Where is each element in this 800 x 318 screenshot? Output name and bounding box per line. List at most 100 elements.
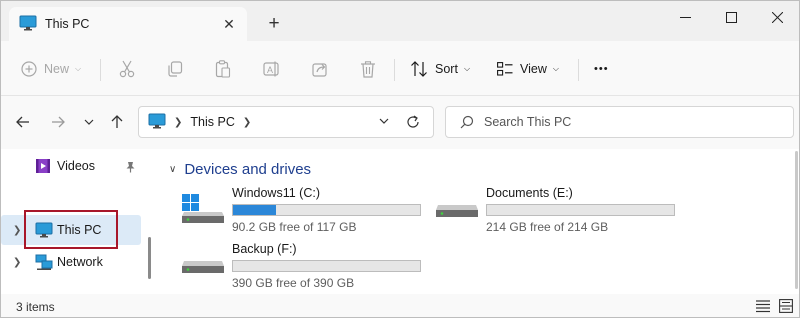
drive-usage-bar (232, 260, 421, 272)
share-icon (312, 63, 327, 77)
content-pane: ∨ Devices and drives Windows11 (C:) 90.2… (158, 149, 799, 294)
divider (578, 59, 579, 81)
drive-c[interactable]: Windows11 (C:) 90.2 GB free of 117 GB (182, 186, 422, 234)
content-scrollbar[interactable] (795, 151, 798, 289)
new-label: New (44, 62, 70, 76)
see-more-button[interactable]: ••• (594, 55, 609, 83)
group-header-devices-and-drives[interactable]: ∨ Devices and drives (169, 161, 311, 178)
refresh-icon (407, 115, 419, 128)
drive-name: Documents (E:) (486, 186, 573, 200)
delete-button[interactable] (360, 55, 376, 83)
copy-button[interactable] (167, 55, 183, 83)
breadcrumb-separator-icon[interactable]: ❯ (174, 117, 182, 128)
view-label: View (520, 62, 547, 76)
chevron-down-icon: ⌵ (75, 64, 82, 73)
forward-button[interactable] (48, 112, 68, 132)
cut-icon (119, 60, 135, 78)
maximize-button[interactable] (708, 1, 754, 33)
search-icon (460, 115, 474, 129)
this-pc-highlight-box (24, 210, 118, 249)
chevron-down-icon: ⌵ (552, 64, 559, 73)
drive-usage-bar (232, 204, 421, 216)
up-button[interactable] (107, 112, 127, 132)
file-explorer-window: This PC ✕ + New ⌵ A Sort ⌵ View ⌵ ••• ❯ … (0, 0, 800, 318)
details-view-icon (756, 300, 770, 313)
tab-close-icon[interactable]: ✕ (221, 16, 237, 32)
sidebar-item-label: Network (57, 255, 103, 269)
item-count: 3 items (16, 300, 55, 314)
monitor-icon (19, 15, 37, 34)
refresh-button[interactable] (405, 114, 421, 130)
minimize-icon (679, 16, 691, 18)
drive-free-space: 90.2 GB free of 117 GB (232, 220, 357, 234)
paste-icon (215, 60, 231, 78)
drive-usage-fill (233, 205, 276, 215)
sidebar-item-label: Videos (57, 159, 95, 173)
drive-usage-bar (486, 204, 675, 216)
status-bar: 3 items (1, 294, 799, 317)
new-tab-button[interactable]: + (263, 13, 285, 35)
chevron-right-icon[interactable]: ❯ (13, 257, 21, 268)
arrow-up-icon (111, 115, 123, 128)
network-icon (35, 254, 53, 274)
delete-icon (361, 60, 375, 78)
drive-icon (182, 194, 226, 227)
search-input[interactable] (484, 115, 764, 129)
chevron-down-icon: ⌵ (463, 64, 471, 73)
search-box[interactable] (445, 106, 794, 138)
command-bar: New ⌵ A Sort ⌵ View ⌵ ••• (1, 41, 799, 96)
drive-free-space: 390 GB free of 390 GB (232, 276, 355, 290)
chevron-down-icon (84, 119, 94, 125)
drive-free-space: 214 GB free of 214 GB (486, 220, 609, 234)
svg-text:A: A (267, 65, 273, 75)
pin-icon[interactable] (125, 161, 136, 176)
view-icon (497, 62, 513, 76)
drive-icon (182, 250, 226, 283)
breadcrumb-this-pc[interactable]: This PC (190, 115, 234, 129)
chevron-down-icon (379, 118, 389, 124)
tab-this-pc[interactable]: This PC ✕ (9, 7, 247, 41)
sort-button[interactable]: Sort ⌵ (410, 55, 470, 83)
maximize-icon (725, 11, 737, 23)
arrow-right-icon (52, 116, 65, 128)
chevron-down-icon: ∨ (169, 164, 177, 175)
tiles-view-icon (779, 299, 793, 313)
tiles-view-button[interactable] (779, 299, 793, 313)
back-button[interactable] (13, 112, 33, 132)
share-button[interactable] (312, 55, 328, 83)
sidebar-scrollbar[interactable] (148, 237, 151, 279)
arrow-left-icon (16, 116, 29, 128)
copy-icon (168, 61, 183, 77)
tab-title: This PC (45, 17, 90, 31)
breadcrumb-separator-icon[interactable]: ❯ (243, 117, 251, 128)
new-button[interactable]: New ⌵ (21, 55, 81, 83)
paste-button[interactable] (215, 55, 231, 83)
sort-icon (411, 61, 427, 77)
divider (394, 59, 395, 81)
close-window-button[interactable] (754, 1, 799, 33)
chevron-right-icon[interactable]: ❯ (13, 225, 21, 236)
add-icon (21, 61, 37, 77)
drive-name: Windows11 (C:) (232, 186, 320, 200)
address-bar[interactable]: ❯ This PC ❯ (138, 106, 434, 138)
rename-button[interactable]: A (263, 55, 281, 83)
recent-locations-button[interactable] (79, 112, 99, 132)
group-title: Devices and drives (184, 161, 312, 178)
sort-label: Sort (435, 62, 458, 76)
drive-name: Backup (F:) (232, 242, 297, 256)
drive-f[interactable]: Backup (F:) 390 GB free of 390 GB (182, 242, 422, 290)
videos-icon (35, 158, 51, 177)
sidebar-item-videos[interactable]: Videos (1, 151, 141, 181)
drive-icon (436, 194, 480, 227)
title-bar: This PC ✕ + (1, 1, 799, 41)
address-history-dropdown[interactable] (379, 116, 389, 126)
close-icon (771, 11, 783, 23)
drive-e[interactable]: Documents (E:) 214 GB free of 214 GB (436, 186, 676, 234)
minimize-button[interactable] (662, 1, 708, 33)
divider (100, 59, 101, 81)
cut-button[interactable] (119, 55, 135, 83)
monitor-icon (148, 113, 166, 132)
sidebar-item-network[interactable]: ❯ Network (1, 247, 141, 277)
details-view-button[interactable] (756, 299, 770, 313)
view-button[interactable]: View ⌵ (497, 55, 559, 83)
